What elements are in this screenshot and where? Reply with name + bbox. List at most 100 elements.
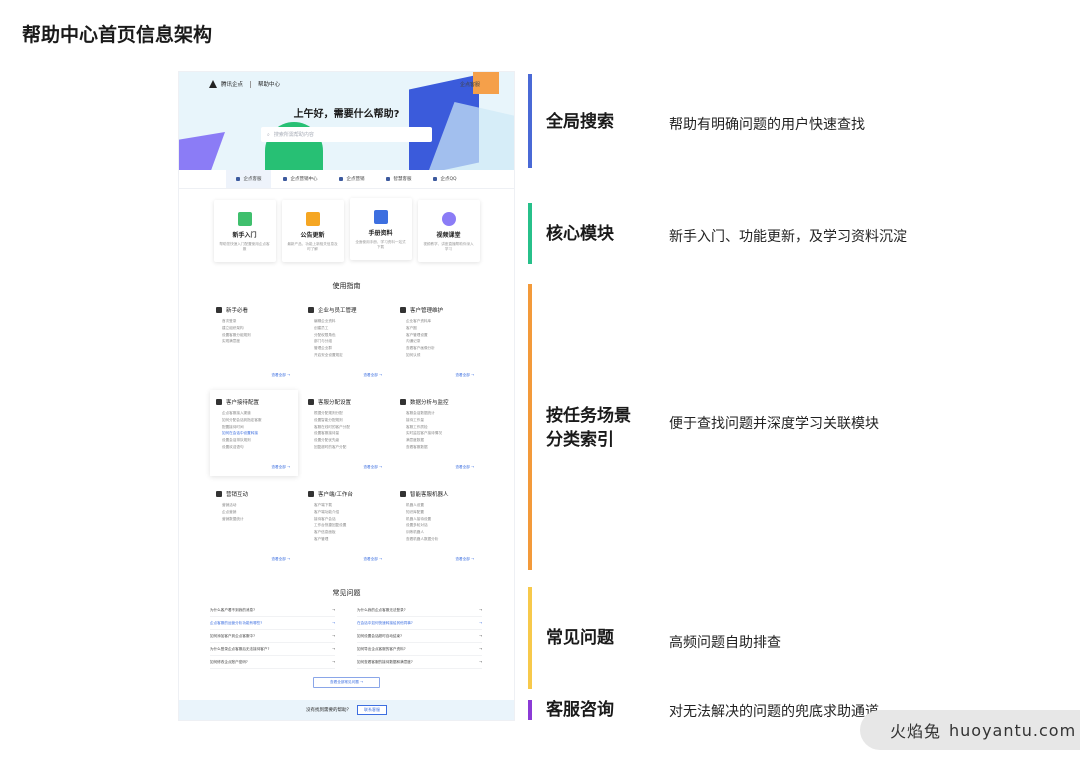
guide-link[interactable]: 客服在线时的客户分配 — [314, 424, 390, 431]
guide-link[interactable]: 沟通记录 — [406, 338, 482, 345]
annotation-title-faq: 常见问题 — [546, 628, 614, 648]
guide-card-header[interactable]: 营销互动 — [216, 490, 298, 498]
contact-support-button[interactable]: 联系客服 — [357, 705, 387, 715]
tab-0[interactable]: 企点客服 — [226, 170, 272, 188]
guide-link[interactable]: 客户圈 — [406, 325, 482, 332]
guide-card-header[interactable]: 客户接待配置 — [216, 398, 298, 406]
faq-item[interactable]: 为什么登录企点客服后无法接待客户? → — [210, 643, 335, 656]
guide-link[interactable]: 设置分配优先级 — [314, 437, 390, 444]
tab-3[interactable]: 智慧客服 — [376, 170, 421, 188]
guide-link[interactable]: 客户管理 — [314, 536, 390, 543]
guide-link[interactable]: 如何分配会话到指定客服 — [222, 417, 298, 424]
category-icon — [216, 307, 222, 313]
card-manuals[interactable]: 手册资料 全面使用手册、学习资料一站式下载 — [349, 198, 412, 260]
guide-link[interactable]: 机器人接待设置 — [406, 516, 482, 523]
guide-link[interactable]: 如何认领 — [406, 352, 482, 359]
guide-card-header[interactable]: 智能客服机器人 — [400, 490, 482, 498]
arrow-right-icon: → — [478, 621, 482, 625]
view-all-faq-button[interactable]: 查看全部常见问题 → — [313, 677, 380, 688]
guide-link[interactable]: 机器人设置 — [406, 502, 482, 509]
faq-item[interactable]: 为什么客户看不到我的消息? → — [210, 604, 335, 617]
logo[interactable]: 腾讯企点 帮助中心 — [209, 80, 280, 88]
guide-link[interactable]: 企点客服接入渠道 — [222, 410, 298, 417]
guide-link[interactable]: 配置接待时间 — [222, 424, 298, 431]
guide-link[interactable]: 接待工作量 — [406, 417, 482, 424]
guide-link[interactable]: 客户信息面板 — [314, 529, 390, 536]
guide-link[interactable]: 训练机器人 — [406, 529, 482, 536]
tab-4[interactable]: 企点QQ — [423, 170, 466, 188]
category-icon — [400, 491, 406, 497]
guide-link[interactable]: 实时监控客户接待情况 — [406, 430, 482, 437]
guide-link[interactable]: 部门与分组 — [314, 338, 390, 345]
guide-card-header[interactable]: 客服分配设置 — [308, 398, 390, 406]
tab-1[interactable]: 企点营销中心 — [273, 170, 327, 188]
faq-item[interactable]: 企点客服的运营分析功能有哪些? → — [210, 617, 335, 630]
guide-link[interactable]: 设置客服分组规则 — [222, 332, 298, 339]
guide-card-header[interactable]: 客户管理维护 — [400, 306, 482, 314]
guide-link[interactable]: 客户管理设置 — [406, 332, 482, 339]
card-getting-started[interactable]: 新手入门 帮助您快速入门配置使用企点客服 — [213, 200, 276, 262]
faq-item[interactable]: 如何添加客户到企点客服中? → — [210, 630, 335, 643]
tab-2[interactable]: 企点营销 — [329, 170, 374, 188]
faq-item[interactable]: 如何设置会话超时自动结束? → — [357, 630, 482, 643]
view-more-link[interactable]: 查看全部 → — [455, 373, 474, 378]
faq-item[interactable]: 如何导出企点客服的客户资料? → — [357, 643, 482, 656]
guide-link[interactable]: 建立组织架构 — [222, 325, 298, 332]
guide-link[interactable]: 满意度数据 — [406, 437, 482, 444]
view-more-link[interactable]: 查看全部 → — [455, 557, 474, 562]
card-announcements[interactable]: 公告更新 最新产品、功能上新相关信息及时了解 — [281, 200, 344, 262]
guide-card-header[interactable]: 客户端/工作台 — [308, 490, 390, 498]
guide-link[interactable]: 客服工作质检 — [406, 424, 482, 431]
guide-link[interactable]: 如何在会话中设置转接 — [222, 430, 298, 437]
view-more-link[interactable]: 查看全部 → — [363, 465, 382, 470]
guide-link[interactable]: 设置会话排队规则 — [222, 437, 298, 444]
guide-grid: 新手必看首次登录 建立组织架构 设置客服分组规则 实现满意度查看全部 → 企业与员工管理… — [210, 298, 482, 568]
guide-link[interactable]: 管理企业群 — [314, 345, 390, 352]
search-input[interactable]: ⌕ 搜索所需帮助内容 — [261, 127, 432, 142]
faq-item[interactable]: 在会话中如何快速转接给其他同事? → — [357, 617, 482, 630]
guide-link[interactable]: 首次登录 — [222, 318, 298, 325]
guide-link[interactable]: 工作台快捷回复设置 — [314, 522, 390, 529]
guide-link[interactable]: 编辑企业资料 — [314, 318, 390, 325]
guide-card-header[interactable]: 数据分析与监控 — [400, 398, 482, 406]
guide-link[interactable]: 设置客服接待量 — [314, 430, 390, 437]
view-more-link[interactable]: 查看全部 → — [271, 465, 290, 470]
watermark-logo-text: 火焰兔 — [890, 722, 942, 741]
guide-link[interactable]: 企业客户资料库 — [406, 318, 482, 325]
guide-card-header[interactable]: 新手必看 — [216, 306, 298, 314]
faq-question: 企点客服的运营分析功能有哪些? — [210, 621, 263, 625]
guide-card-header[interactable]: 企业与员工管理 — [308, 306, 390, 314]
guide-link[interactable]: 企点营销 — [222, 509, 298, 516]
view-more-link[interactable]: 查看全部 → — [455, 465, 474, 470]
guide-link[interactable]: 营销活动 — [222, 502, 298, 509]
guide-link[interactable]: 设置欢迎语句 — [222, 444, 298, 451]
view-more-link[interactable]: 查看全部 → — [271, 557, 290, 562]
hero-right-link[interactable]: 企点客服 — [460, 81, 480, 88]
guide-link[interactable]: 根据分配规则分配 — [314, 410, 390, 417]
guide-link[interactable]: 查看客户画像分析 — [406, 345, 482, 352]
guide-link[interactable]: 查看客服数据 — [406, 444, 482, 451]
guide-link[interactable]: 客服会话数据统计 — [406, 410, 482, 417]
guide-link[interactable]: 接待客户会话 — [314, 516, 390, 523]
card-video-class[interactable]: 视频课堂 视频教学、讲座直播帮助你深入学习 — [417, 200, 480, 262]
view-more-link[interactable]: 查看全部 → — [363, 557, 382, 562]
guide-link[interactable]: 营销数据统计 — [222, 516, 298, 523]
guide-link[interactable]: 分配权限角色 — [314, 332, 390, 339]
guide-link[interactable]: 客户端功能介绍 — [314, 509, 390, 516]
guide-link[interactable]: 开启安全设置规定 — [314, 352, 390, 359]
guide-link[interactable]: 实现满意度 — [222, 338, 298, 345]
view-more-link[interactable]: 查看全部 → — [271, 373, 290, 378]
faq-item[interactable]: 如何修改企点账户密码? → — [210, 656, 335, 669]
card-desc: 最新产品、功能上新相关信息及时了解 — [287, 242, 338, 251]
view-more-link[interactable]: 查看全部 → — [363, 373, 382, 378]
guide-link[interactable]: 回复超时的客户分配 — [314, 444, 390, 451]
faq-question: 如何添加客户到企点客服中? — [210, 634, 256, 638]
guide-link[interactable]: 查看机器人数据分析 — [406, 536, 482, 543]
guide-link[interactable]: 设置智能分配规则 — [314, 417, 390, 424]
guide-link[interactable]: 知识库配置 — [406, 509, 482, 516]
guide-link[interactable]: 创建员工 — [314, 325, 390, 332]
guide-link[interactable]: 设置多轮对话 — [406, 522, 482, 529]
guide-link[interactable]: 客户端下载 — [314, 502, 390, 509]
faq-item[interactable]: 如何查看客服的接待数据和满意度? → — [357, 656, 482, 669]
faq-item[interactable]: 为什么我的企点客服无法登录? → — [357, 604, 482, 617]
